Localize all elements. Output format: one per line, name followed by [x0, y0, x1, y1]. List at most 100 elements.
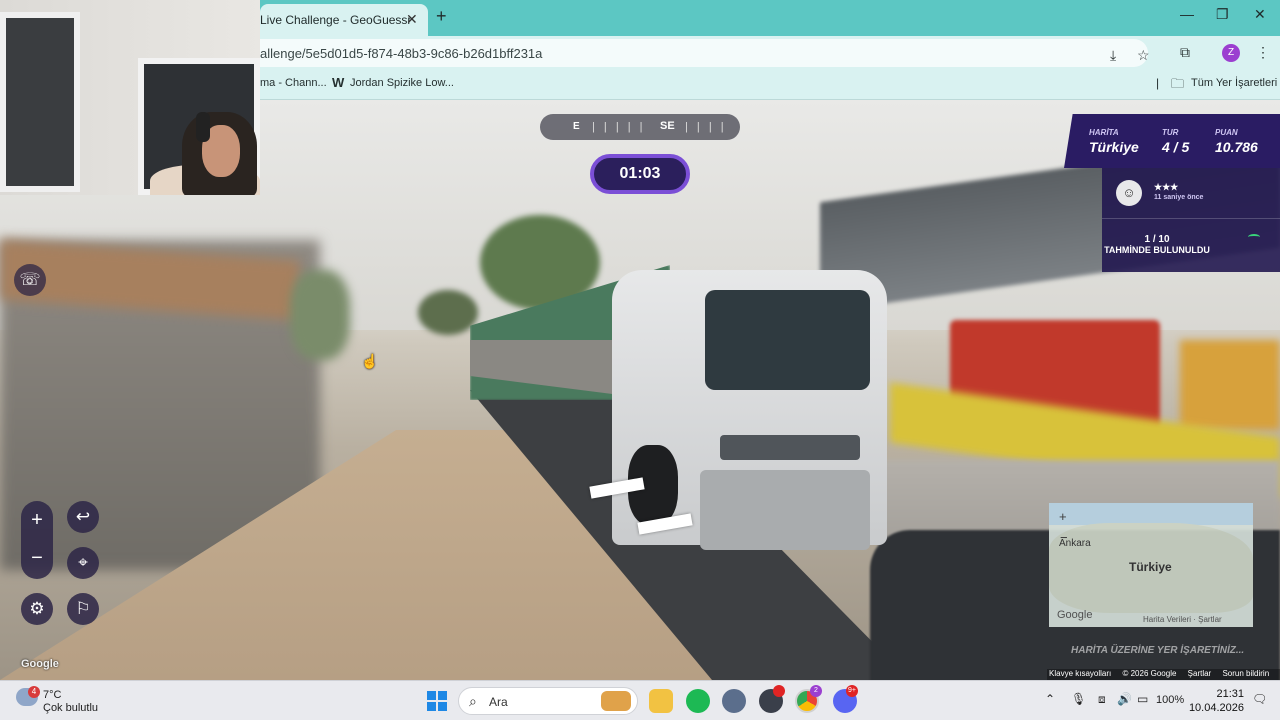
bookmark-item[interactable]: Jordan Spizike Low...	[350, 77, 454, 89]
notifications-icon[interactable]: 🗨	[1252, 692, 1267, 706]
webcam-overlay	[0, 0, 260, 195]
search-highlight-icon	[601, 691, 631, 711]
address-bar[interactable]: allenge/5e5d01d5-f874-48b3-9c86-b26d1bff…	[260, 39, 1150, 67]
chat-icon[interactable]: ☏	[14, 264, 46, 296]
round-timer: 01:03	[590, 154, 690, 194]
tab-strip: Live Challenge - GeoGuessr ✕ + — ❐ ✕	[260, 0, 1280, 36]
settings-button[interactable]: ⚙	[21, 593, 53, 625]
map-city-label: Ankara	[1059, 538, 1091, 549]
bookmark-item[interactable]: ma - Chann...	[260, 77, 327, 89]
guess-count: 1 / 10	[1144, 234, 1170, 245]
install-app-icon[interactable]: ⤓	[1110, 47, 1116, 64]
battery-percent: 100%	[1156, 694, 1185, 706]
tab-geoguessr[interactable]: Live Challenge - GeoGuessr ✕	[260, 4, 428, 36]
discord-badge: 9+	[846, 685, 858, 697]
terms-link[interactable]: Şartlar	[1188, 669, 1212, 678]
google-watermark: Google	[21, 658, 59, 670]
minimap-google-logo: Google	[1057, 609, 1093, 621]
player-guess-time: 11 saniye önce	[1154, 194, 1204, 201]
folder-icon: 🗀	[1171, 76, 1185, 91]
screen: ☝ Live Challenge - GeoGuessr ✕ + — ❐ ✕ a…	[0, 0, 1280, 720]
tree	[290, 270, 350, 360]
taskbar-search[interactable]: ⌕ Ara	[458, 687, 638, 715]
compass-ticks: | | | |	[685, 121, 727, 133]
weather-badge: 4	[28, 686, 40, 698]
score-label: PUAN	[1215, 128, 1238, 137]
search-icon: ⌕	[469, 693, 477, 709]
loading-spinner-icon	[1248, 234, 1260, 240]
place-marker-hint: HARİTA ÜZERİNE YER İŞARETİNİZ...	[1071, 645, 1245, 656]
zoom-control: + −	[21, 501, 53, 579]
start-button[interactable]	[427, 691, 447, 711]
bookmarks-bar: ma - Chann... W Jordan Spizike Low... | …	[260, 70, 1280, 100]
clock-date[interactable]: 10.04.2026	[1186, 702, 1244, 714]
profile-avatar[interactable]: Z	[1222, 44, 1240, 62]
compass-southeast: SE	[660, 120, 675, 132]
all-bookmarks-button[interactable]: Tüm Yer İşaretleri	[1191, 77, 1277, 89]
window-frame	[0, 12, 80, 192]
compass-east: E	[573, 121, 580, 132]
file-explorer-icon[interactable]	[649, 689, 673, 713]
bookmark-w-icon: W	[332, 75, 345, 90]
game-status-bar: HARİTA Türkiye TUR 4 / 5 PUAN 10.786	[1064, 114, 1280, 168]
guess-minimap[interactable]: + − Ankara Türkiye Google Harita Veriler…	[1049, 503, 1253, 627]
clock-time[interactable]: 21:31	[1196, 688, 1244, 700]
weather-description[interactable]: Çok bulutlu	[43, 702, 98, 714]
tree	[418, 290, 478, 335]
chrome-badge: 2	[810, 685, 822, 697]
sea	[1049, 503, 1253, 525]
keyboard-shortcuts-link[interactable]: Klavye kısayolları	[1049, 669, 1111, 678]
browser-toolbar: allenge/5e5d01d5-f874-48b3-9c86-b26d1bff…	[260, 36, 1280, 70]
map-footer: Klavye kısayolları © 2026 Google Şartlar…	[1047, 669, 1280, 680]
set-checkpoint-flag-button[interactable]: ⚐	[67, 593, 99, 625]
url-text: allenge/5e5d01d5-f874-48b3-9c86-b26d1bff…	[260, 46, 543, 61]
bookmark-divider: |	[1156, 76, 1160, 90]
tab-title: Live Challenge - GeoGuessr	[260, 13, 412, 27]
close-window-button[interactable]: ✕	[1254, 6, 1266, 23]
player-avatar: ☺	[1116, 180, 1142, 206]
restore-button[interactable]: ❐	[1216, 6, 1229, 23]
microphone-icon[interactable]: 🎙	[1071, 692, 1086, 706]
players-panel: ☺ ★★★ 11 saniye önce 1 / 10 TAHMİNDE BUL…	[1102, 168, 1280, 272]
minimize-button[interactable]: —	[1180, 6, 1194, 22]
zoom-in-button[interactable]: +	[21, 505, 53, 535]
extensions-icon[interactable]: ⧉	[1180, 44, 1190, 61]
truck-bumper	[700, 470, 870, 550]
player-name: ★★★	[1154, 182, 1179, 192]
report-problem-link[interactable]: Sorun bildirin	[1222, 669, 1269, 678]
tray-overflow-icon[interactable]: ⌃	[1045, 692, 1055, 706]
map-country-label: Türkiye	[1129, 560, 1172, 574]
display-icon[interactable]: ⧈	[1098, 692, 1106, 707]
score-value: 10.786	[1215, 139, 1258, 155]
settings-app-icon[interactable]	[722, 689, 746, 713]
spotify-icon[interactable]	[686, 689, 710, 713]
speaker-icon[interactable]: 🔊	[1117, 692, 1132, 706]
headphone-icon	[196, 112, 210, 142]
menu-kebab-icon[interactable]: ⋮	[1256, 44, 1270, 61]
guess-found-label: TAHMİNDE BULUNULDU	[1104, 245, 1210, 255]
recording-badge	[773, 685, 785, 697]
compass: E | | | | | SE | | | |	[540, 114, 740, 140]
minimap-zoom-in[interactable]: +	[1059, 509, 1067, 524]
truck-grille	[720, 435, 860, 460]
yellow-structure	[1180, 340, 1280, 430]
battery-icon[interactable]: ▭	[1137, 692, 1148, 706]
windows-taskbar: 4 7°C Çok bulutlu ⌕ Ara 2 9+ ⌃ 🎙 ⧈ 🔊 ▭ 1…	[0, 680, 1280, 720]
hand-cursor-icon: ☝	[361, 353, 379, 369]
divider	[1102, 218, 1280, 219]
weather-temperature[interactable]: 7°C	[43, 689, 61, 701]
minimap-attribution[interactable]: Harita Verileri · Şartlar	[1143, 615, 1222, 624]
zoom-out-button[interactable]: −	[21, 543, 53, 573]
bookmark-star-icon[interactable]: ☆	[1137, 47, 1150, 64]
copyright-text: © 2026 Google	[1122, 669, 1177, 678]
map-value: Türkiye	[1089, 139, 1139, 155]
round-value: 4 / 5	[1162, 139, 1190, 155]
undo-move-button[interactable]: ↩	[67, 501, 99, 533]
tab-close-icon[interactable]: ✕	[406, 11, 418, 28]
compass-ticks: | | | | |	[592, 121, 646, 133]
return-to-start-button[interactable]: ⌖	[67, 547, 99, 579]
map-label: HARİTA	[1089, 128, 1119, 137]
search-label: Ara	[489, 695, 508, 709]
round-label: TUR	[1162, 128, 1179, 137]
new-tab-button[interactable]: +	[436, 6, 447, 27]
